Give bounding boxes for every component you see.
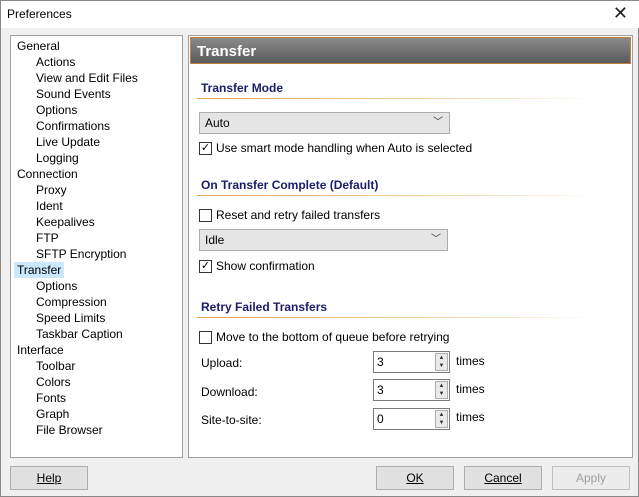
close-icon[interactable]: ✕	[613, 3, 628, 24]
chevron-down-icon: ﹀	[431, 234, 441, 245]
apply-button[interactable]: Apply	[552, 466, 630, 490]
tree-item-logging[interactable]: Logging	[36, 150, 79, 166]
tree-item-options[interactable]: Options	[36, 102, 77, 118]
tree-item-sound-events[interactable]: Sound Events	[36, 86, 111, 102]
tree-item-compression[interactable]: Compression	[36, 294, 107, 310]
section-transfer-mode: Transfer Mode	[201, 81, 284, 95]
reset-retry-checkbox[interactable]: Reset and retry failed transfers	[199, 208, 380, 222]
on-complete-action-value: Idle	[205, 233, 225, 247]
upload-label: Upload:	[201, 356, 243, 370]
tree-item-actions[interactable]: Actions	[36, 54, 75, 70]
tree-item-file-browser[interactable]: File Browser	[36, 422, 103, 438]
tree-item-graph[interactable]: Graph	[36, 406, 69, 422]
tree-item-ident[interactable]: Ident	[36, 198, 63, 214]
ok-label: OK	[406, 471, 424, 485]
section-divider	[197, 317, 597, 318]
tree-item-taskbar-caption[interactable]: Taskbar Caption	[36, 326, 123, 342]
times-label: times	[456, 382, 485, 396]
tree-item-interface[interactable]: Interface	[17, 342, 64, 358]
cancel-label: Cancel	[484, 471, 522, 485]
show-confirmation-checkbox[interactable]: ✓ Show confirmation	[199, 259, 315, 273]
category-tree[interactable]: General Actions View and Edit Files Sound E…	[10, 35, 183, 458]
section-divider	[197, 98, 597, 99]
upload-retries-value: 3	[377, 355, 384, 369]
window-title: Preferences	[7, 7, 72, 21]
site-to-site-label: Site-to-site:	[201, 413, 262, 427]
show-confirmation-label: Show confirmation	[216, 259, 315, 273]
smart-mode-checkbox[interactable]: ✓ Use smart mode handling when Auto is s…	[199, 141, 472, 155]
spin-arrows-icon[interactable]: ▲ ▼	[435, 381, 448, 399]
tree-item-options[interactable]: Options	[36, 278, 77, 294]
checkbox-checked-icon: ✓	[199, 141, 212, 155]
tree-item-colors[interactable]: Colors	[36, 374, 71, 390]
checkbox-unchecked-icon	[199, 208, 212, 222]
tree-item-live-update[interactable]: Live Update	[36, 134, 100, 150]
transfer-mode-value: Auto	[205, 116, 230, 130]
transfer-mode-dropdown[interactable]: Auto ﹀	[199, 112, 450, 134]
site-to-site-retries-stepper[interactable]: 0 ▲ ▼	[373, 408, 450, 430]
tree-item-sftp-encryption[interactable]: SFTP Encryption	[36, 246, 126, 262]
checkbox-unchecked-icon	[199, 330, 212, 344]
cancel-button[interactable]: Cancel	[464, 466, 542, 490]
ok-button[interactable]: OK	[376, 466, 454, 490]
tree-item-keepalives[interactable]: Keepalives	[36, 214, 95, 230]
panel-header: Transfer	[190, 37, 631, 64]
apply-label: Apply	[575, 471, 607, 485]
site-to-site-retries-value: 0	[377, 412, 384, 426]
reset-retry-label: Reset and retry failed transfers	[216, 208, 381, 222]
settings-panel: Transfer Transfer Mode Auto ﹀ ✓ Use smar…	[188, 35, 633, 458]
section-on-complete: On Transfer Complete (Default)	[201, 178, 379, 192]
upload-retries-stepper[interactable]: 3 ▲ ▼	[373, 351, 450, 373]
smart-mode-label: Use smart mode handling when Auto is sel…	[216, 141, 473, 155]
section-retry: Retry Failed Transfers	[201, 300, 328, 314]
help-label: Help	[36, 471, 62, 485]
tree-item-confirmations[interactable]: Confirmations	[36, 118, 110, 134]
times-label: times	[456, 410, 485, 424]
download-retries-stepper[interactable]: 3 ▲ ▼	[373, 379, 450, 401]
download-retries-value: 3	[377, 383, 384, 397]
tree-item-speed-limits[interactable]: Speed Limits	[36, 310, 105, 326]
move-to-bottom-label: Move to the bottom of queue before retry…	[216, 330, 450, 344]
move-to-bottom-checkbox[interactable]: Move to the bottom of queue before retry…	[199, 330, 449, 344]
on-complete-action-dropdown[interactable]: Idle ﹀	[199, 229, 448, 251]
tree-item-connection[interactable]: Connection	[17, 166, 78, 182]
tree-item-toolbar[interactable]: Toolbar	[36, 358, 75, 374]
help-button[interactable]: Help	[10, 466, 88, 490]
times-label: times	[456, 354, 485, 368]
section-divider	[197, 195, 597, 196]
spin-arrows-icon[interactable]: ▲ ▼	[435, 410, 448, 428]
title-bar: Preferences ✕	[1, 1, 639, 28]
chevron-down-icon: ﹀	[433, 117, 443, 128]
tree-item-view-and-edit-files[interactable]: View and Edit Files	[36, 70, 138, 86]
tree-item-transfer[interactable]: Transfer	[14, 262, 65, 278]
tree-item-proxy[interactable]: Proxy	[36, 182, 67, 198]
tree-item-general[interactable]: General	[17, 38, 60, 54]
tree-item-ftp[interactable]: FTP	[36, 230, 59, 246]
download-label: Download:	[201, 385, 258, 399]
spin-arrows-icon[interactable]: ▲ ▼	[435, 353, 448, 371]
tree-item-fonts[interactable]: Fonts	[36, 390, 66, 406]
checkbox-checked-icon: ✓	[199, 259, 212, 273]
